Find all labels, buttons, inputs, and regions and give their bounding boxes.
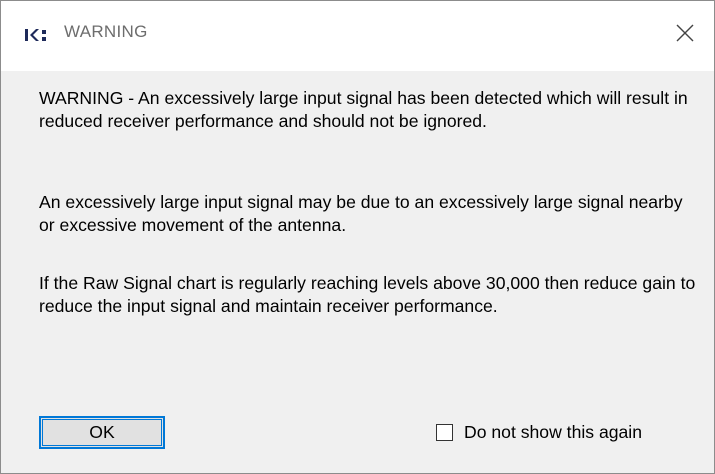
do-not-show-again-checkbox[interactable] xyxy=(436,423,453,441)
do-not-show-again-option[interactable]: Do not show this again xyxy=(436,420,642,444)
warning-message-paragraph: WARNING - An excessively large input sig… xyxy=(39,88,688,131)
receiver-app-icon xyxy=(25,27,51,43)
close-icon[interactable] xyxy=(673,21,697,45)
ok-button-label: OK xyxy=(89,422,115,442)
cause-message-paragraph: An excessively large input signal may be… xyxy=(39,192,683,235)
dialog-content: WARNING - An excessively large input sig… xyxy=(1,71,714,473)
window-title: WARNING xyxy=(64,22,148,41)
warning-dialog: WARNING WARNING - An excessively large i… xyxy=(0,0,715,474)
do-not-show-again-label: Do not show this again xyxy=(464,421,642,442)
ok-button[interactable]: OK xyxy=(39,416,165,449)
title-bar[interactable]: WARNING xyxy=(1,1,714,71)
advice-message-paragraph: If the Raw Signal chart is regularly rea… xyxy=(39,273,696,316)
